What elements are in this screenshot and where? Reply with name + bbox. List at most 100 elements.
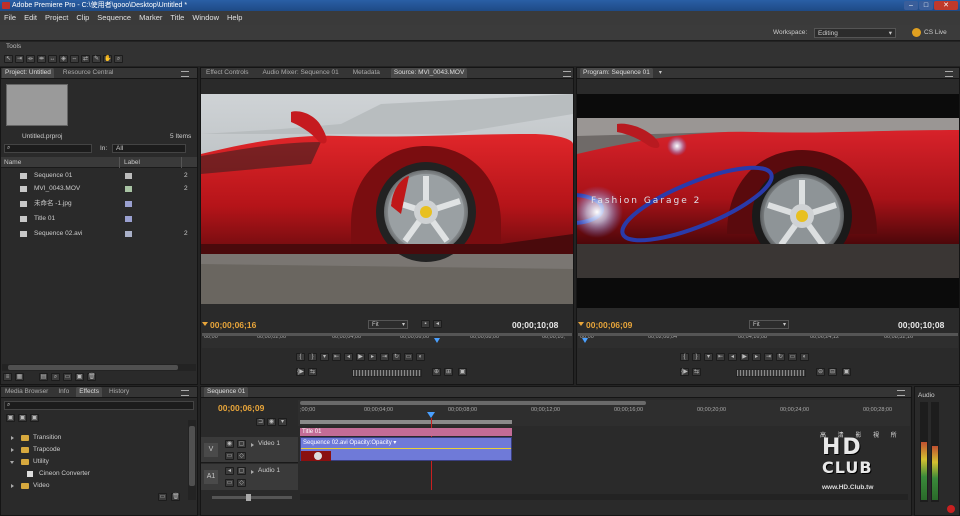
hand-tool-icon[interactable]: ✋: [103, 55, 112, 63]
lock-icon[interactable]: ▢: [237, 440, 246, 448]
list-item[interactable]: Cineon Converter: [1, 468, 197, 480]
column-name[interactable]: Name: [4, 159, 21, 166]
expand-icon[interactable]: [251, 470, 254, 474]
go-to-in-icon[interactable]: ⇤: [716, 353, 725, 361]
source-zoom-bar[interactable]: [202, 333, 572, 336]
new-custom-bin-icon[interactable]: ▭: [158, 493, 167, 501]
safe-margins-icon[interactable]: ▭: [788, 353, 797, 361]
menu-project[interactable]: Project: [41, 11, 72, 25]
scrollbar-thumb[interactable]: [8, 365, 178, 370]
menu-file[interactable]: File: [0, 11, 20, 25]
mark-in-icon[interactable]: {: [680, 353, 689, 361]
speaker-icon[interactable]: ◂: [225, 467, 234, 475]
tab-history[interactable]: History: [106, 387, 132, 397]
tab-metadata[interactable]: Metadata: [350, 68, 383, 78]
close-button[interactable]: ✕: [934, 1, 958, 10]
insert-icon[interactable]: ⊕: [432, 368, 441, 376]
audio-icon[interactable]: ◂: [433, 320, 442, 328]
yuv-effects-icon[interactable]: ▣: [30, 414, 39, 422]
play-in-to-out-icon[interactable]: {▶: [680, 368, 689, 376]
play-around-icon[interactable]: ⇆: [308, 368, 317, 376]
workspace-dropdown[interactable]: Editing ▾: [814, 28, 896, 38]
tab-resource-central[interactable]: Resource Central: [60, 68, 117, 78]
set-marker-icon[interactable]: ▾: [278, 418, 287, 426]
panel-menu-icon[interactable]: [897, 390, 905, 396]
automate-to-sequence-icon[interactable]: ▤: [39, 373, 48, 381]
program-zoom-bar[interactable]: [578, 333, 958, 336]
display-style-icon[interactable]: ▭: [225, 452, 234, 460]
opacity-line[interactable]: [301, 448, 511, 449]
tab-sequence[interactable]: Sequence 01: [204, 387, 249, 397]
new-bin-icon[interactable]: ▭: [63, 373, 72, 381]
selection-tool-icon[interactable]: ↖: [4, 55, 13, 63]
program-fit-dropdown[interactable]: Fit ▾: [749, 320, 789, 329]
play-icon[interactable]: ▶: [356, 353, 365, 361]
set-encore-marker-icon[interactable]: ◉: [267, 418, 276, 426]
chevron-down-icon[interactable]: ▾: [659, 70, 662, 76]
step-forward-icon[interactable]: ▸: [368, 353, 377, 361]
go-to-out-icon[interactable]: ⇥: [764, 353, 773, 361]
new-item-icon[interactable]: ▣: [75, 373, 84, 381]
keyframe-icon[interactable]: ◇: [237, 479, 246, 487]
safe-margins-icon[interactable]: ▭: [404, 353, 413, 361]
zoom-tool-icon[interactable]: ⌕: [114, 55, 123, 63]
column-label[interactable]: Label: [124, 159, 140, 166]
menu-help[interactable]: Help: [223, 11, 246, 25]
jog-wheel[interactable]: [352, 369, 422, 377]
loop-icon[interactable]: ↻: [392, 353, 401, 361]
tab-info[interactable]: Info: [55, 387, 72, 397]
list-view-icon[interactable]: ≡: [3, 373, 12, 381]
export-frame-icon[interactable]: ▣: [458, 368, 467, 376]
minimize-button[interactable]: –: [904, 1, 918, 10]
tab-effect-controls[interactable]: Effect Controls: [203, 68, 252, 78]
display-style-icon[interactable]: ▭: [225, 479, 234, 487]
tab-program[interactable]: Program: Sequence 01: [580, 68, 653, 78]
status-error-icon[interactable]: [947, 505, 955, 513]
jog-wheel[interactable]: [736, 369, 806, 377]
effects-search-input[interactable]: ⌕: [4, 401, 194, 410]
video-clip[interactable]: Sequence 02.avi Opacity:Opacity ▾: [300, 437, 512, 461]
program-playhead[interactable]: [582, 338, 588, 343]
project-horizontal-scrollbar[interactable]: [2, 364, 196, 371]
mark-in-icon[interactable]: {: [296, 353, 305, 361]
timeline-horizontal-scrollbar[interactable]: [300, 494, 908, 500]
delete-icon[interactable]: 🗑: [87, 373, 96, 381]
lock-icon[interactable]: ▢: [237, 467, 246, 475]
tab-media-browser[interactable]: Media Browser: [2, 387, 51, 397]
tab-audio-mixer[interactable]: Audio Mixer: Sequence 01: [260, 68, 342, 78]
panel-menu-icon[interactable]: [563, 71, 571, 77]
list-item[interactable]: Sequence 02.avi 2: [1, 228, 197, 240]
play-icon[interactable]: ▶: [740, 353, 749, 361]
title-clip[interactable]: Title 01: [300, 428, 512, 436]
step-back-icon[interactable]: ◂: [344, 353, 353, 361]
scrollbar-thumb[interactable]: [189, 426, 195, 486]
keyframe-icon[interactable]: ◇: [237, 452, 246, 460]
tab-project[interactable]: Project: Untitled: [2, 68, 54, 78]
list-item[interactable]: Utility: [1, 456, 197, 468]
rolling-edit-tool-icon[interactable]: ⇹: [37, 55, 46, 63]
play-around-icon[interactable]: ⇆: [692, 368, 701, 376]
panel-menu-icon[interactable]: [945, 71, 953, 77]
cslive-icon[interactable]: [912, 28, 921, 37]
mark-out-icon[interactable]: }: [308, 353, 317, 361]
set-unnumbered-marker-icon[interactable]: ▾: [320, 353, 329, 361]
rate-stretch-tool-icon[interactable]: ↔: [48, 55, 57, 63]
menu-edit[interactable]: Edit: [20, 11, 41, 25]
list-item[interactable]: Trapcode: [1, 444, 197, 456]
source-fit-dropdown[interactable]: Fit ▾: [368, 320, 408, 329]
export-frame-icon[interactable]: ▣: [842, 368, 851, 376]
video-target-button[interactable]: V: [204, 443, 218, 457]
menu-sequence[interactable]: Sequence: [93, 11, 135, 25]
mark-out-icon[interactable]: }: [692, 353, 701, 361]
extract-icon[interactable]: ⊟: [828, 368, 837, 376]
track-select-tool-icon[interactable]: ⇥: [15, 55, 24, 63]
step-back-icon[interactable]: ◂: [728, 353, 737, 361]
menu-clip[interactable]: Clip: [72, 11, 93, 25]
expand-icon[interactable]: [251, 443, 254, 447]
play-in-to-out-icon[interactable]: {▶: [296, 368, 305, 376]
source-current-timecode[interactable]: 00;00;06;16: [210, 320, 256, 330]
source-playhead[interactable]: [434, 338, 440, 343]
list-item[interactable]: Sequence 01 2: [1, 170, 197, 182]
slide-tool-icon[interactable]: ⇄: [81, 55, 90, 63]
go-to-out-icon[interactable]: ⇥: [380, 353, 389, 361]
